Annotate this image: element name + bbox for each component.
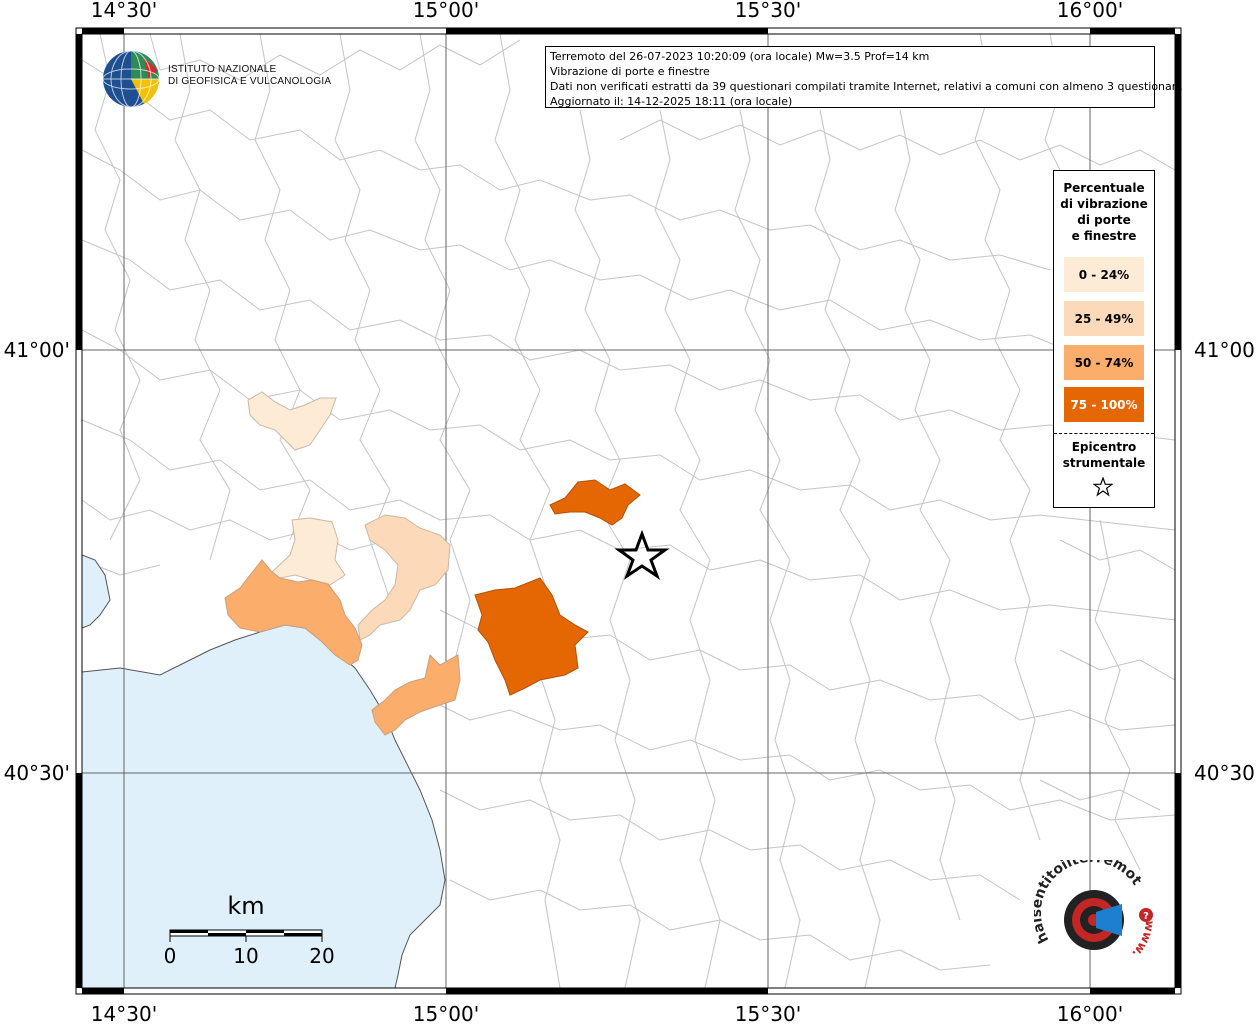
scale-unit: km [227, 892, 264, 920]
legend-epicenter-label: Epicentro strumentale [1054, 439, 1154, 471]
lat-label-left: 41°00' [4, 338, 70, 362]
lon-label-bottom: 14°30' [91, 1002, 157, 1024]
legend-epicenter-line: strumentale [1062, 456, 1146, 470]
lon-label-top: 14°30' [91, 0, 157, 22]
legend-title-line: di porte [1077, 213, 1131, 227]
lat-label-right: 40°30' [1194, 761, 1256, 785]
legend-title-line: Percentuale [1063, 181, 1145, 195]
event-info-line: Dati non verificati estratti da 39 quest… [550, 80, 1183, 93]
legend-class-50-74: 50 - 74% [1064, 345, 1144, 380]
legend-title: Percentuale di vibrazione di porte e fin… [1054, 180, 1154, 244]
scale-tick-label: 20 [309, 944, 334, 968]
haisentito-logo-url: www. [1129, 920, 1157, 961]
legend-class-25-49: 25 - 49% [1064, 301, 1144, 336]
legend-title-line: di vibrazione [1060, 197, 1148, 211]
ingv-name: ISTITUTO NAZIONALE DI GEOFISICA E VULCAN… [168, 64, 331, 88]
svg-text:www.: www. [1129, 920, 1157, 961]
event-info-box: Terremoto del 26-07-2023 10:20:09 (ora l… [545, 46, 1183, 108]
lon-label-bottom: 15°00' [413, 1002, 479, 1024]
event-info-line: Terremoto del 26-07-2023 10:20:09 (ora l… [550, 50, 930, 63]
legend: Percentuale di vibrazione di porte e fin… [1053, 170, 1155, 508]
legend-class-75-100: 75 - 100% [1064, 387, 1144, 422]
event-info-line: Vibrazione di porte e finestre [550, 65, 710, 78]
lat-label-right: 41°00' [1194, 338, 1256, 362]
lon-label-bottom: 15°30' [735, 1002, 801, 1024]
lat-label-left: 40°30' [4, 761, 70, 785]
lon-label-bottom: 16°00' [1057, 1002, 1123, 1024]
ingv-name-line: ISTITUTO NAZIONALE [168, 64, 277, 75]
legend-epicenter-line: Epicentro [1071, 440, 1137, 454]
legend-star-icon [1093, 477, 1113, 497]
ingv-logo-icon [102, 50, 160, 108]
svg-text:?: ? [1143, 911, 1149, 922]
lon-label-top: 15°00' [413, 0, 479, 22]
event-info-line: Aggiornato il: 14-12-2025 18:11 (ora loc… [550, 95, 793, 108]
legend-separator [1054, 433, 1154, 434]
legend-class-0-24: 0 - 24% [1064, 257, 1144, 292]
ingv-name-line: DI GEOFISICA E VULCANOLOGIA [168, 76, 332, 87]
scale-tick-label: 0 [164, 944, 177, 968]
haisentito-logo-icon: haisentitoilterremoto.it www. ? [1034, 860, 1157, 961]
legend-title-line: e finestre [1071, 229, 1137, 243]
scale-tick-label: 10 [233, 944, 258, 968]
lon-label-top: 15°30' [735, 0, 801, 22]
lon-label-top: 16°00' [1057, 0, 1123, 22]
